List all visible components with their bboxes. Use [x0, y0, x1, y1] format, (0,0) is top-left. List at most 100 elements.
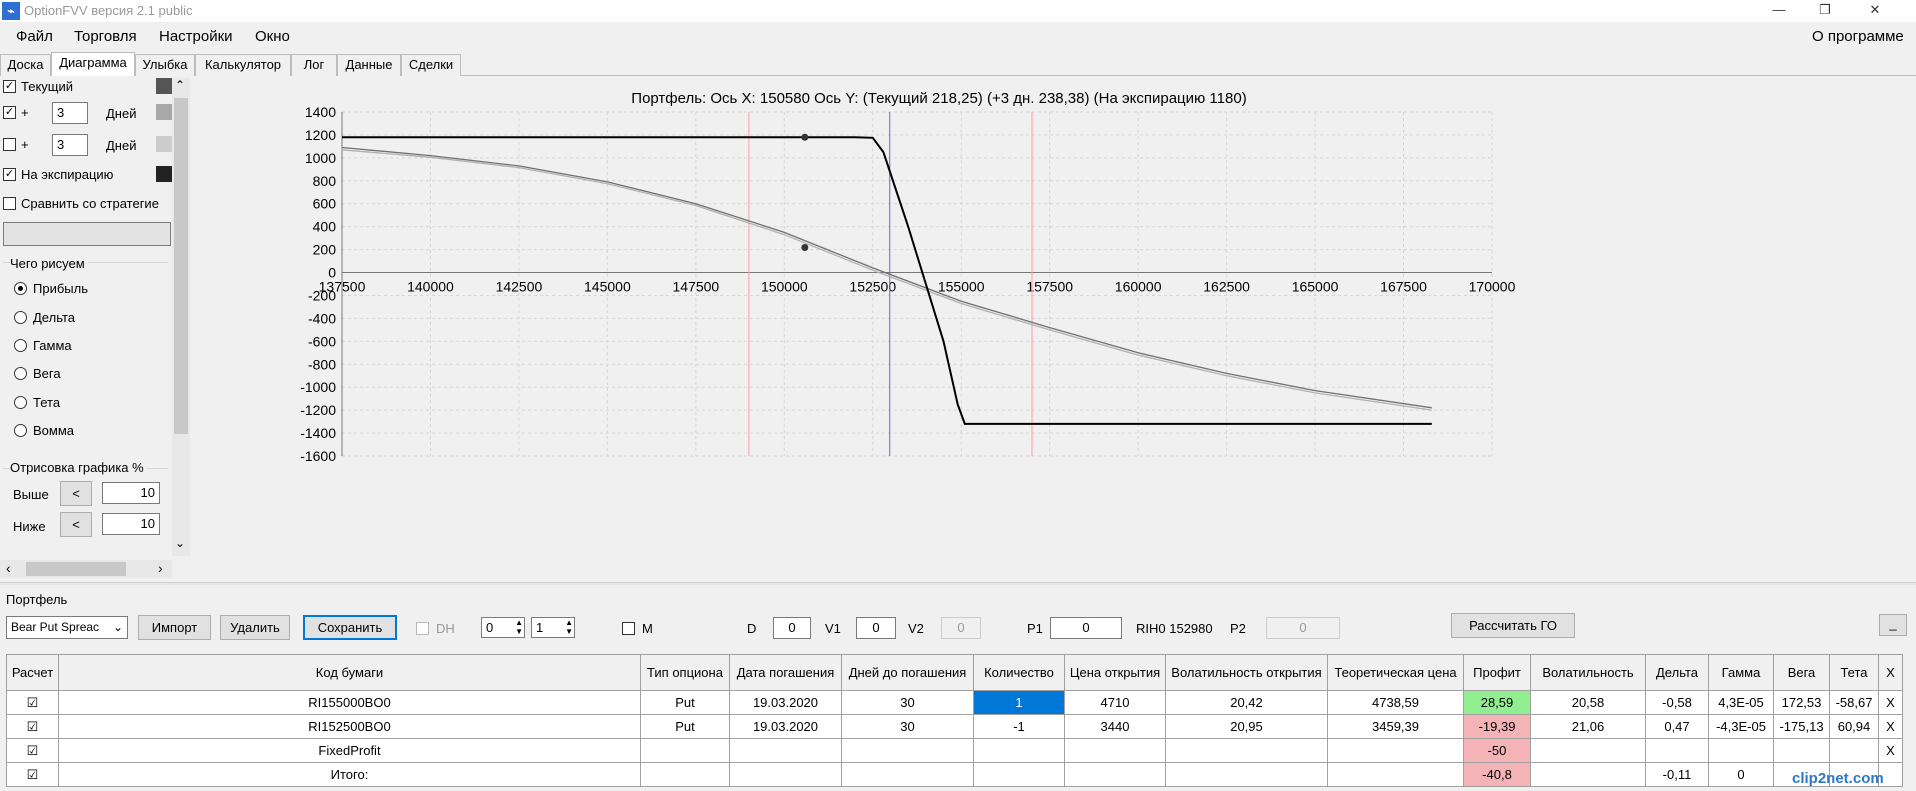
col-calc[interactable]: Расчет: [6, 654, 59, 691]
expiry-color-swatch[interactable]: [156, 166, 172, 182]
spin-1-input[interactable]: 0 ▲ ▼: [481, 617, 525, 638]
cell-volatility[interactable]: [1530, 738, 1646, 763]
cell-option-type[interactable]: [640, 738, 730, 763]
radio-gamma[interactable]: [14, 339, 27, 352]
col-vega[interactable]: Вега: [1773, 654, 1830, 691]
radio-delta[interactable]: [14, 311, 27, 324]
below-decrease-button[interactable]: <: [60, 512, 92, 537]
col-profit[interactable]: Профит: [1463, 654, 1531, 691]
sidebar-horizontal-thumb[interactable]: [26, 562, 126, 576]
scroll-down-icon[interactable]: ⌄: [175, 536, 185, 550]
col-expiry-date[interactable]: Дата погашения: [729, 654, 842, 691]
cell-quantity[interactable]: 1: [973, 690, 1065, 715]
cell-profit[interactable]: -50: [1463, 738, 1531, 763]
splitter[interactable]: [0, 582, 1916, 585]
menu-about[interactable]: О программе: [1812, 28, 1904, 45]
col-open-price[interactable]: Цена открытия: [1064, 654, 1166, 691]
menu-settings[interactable]: Настройки: [159, 28, 233, 45]
row-calc-checkbox[interactable]: ☑: [6, 714, 59, 739]
cell-open-price[interactable]: 4710: [1064, 690, 1166, 715]
strategy-select[interactable]: Bear Put Spreac ⌄: [6, 616, 128, 639]
plus-days-1-input[interactable]: 3: [52, 102, 88, 124]
cell-theta[interactable]: [1829, 738, 1879, 763]
spin-2-arrows-icon[interactable]: ▲ ▼: [565, 618, 573, 636]
scroll-up-icon[interactable]: ⌃: [175, 78, 185, 92]
spin-1-arrows-icon[interactable]: ▲ ▼: [515, 618, 523, 636]
above-percent-input[interactable]: 10: [102, 482, 160, 504]
plus-days-2-input[interactable]: 3: [52, 134, 88, 156]
p2-input[interactable]: 0: [1266, 617, 1340, 639]
cell-code[interactable]: RI152500BO0: [58, 714, 641, 739]
col-option-type[interactable]: Тип опциона: [640, 654, 730, 691]
cell-profit[interactable]: -19,39: [1463, 714, 1531, 739]
cell-open-volatility[interactable]: [1165, 738, 1328, 763]
m-checkbox[interactable]: [622, 622, 635, 635]
expiry-checkbox[interactable]: ✓: [3, 168, 16, 181]
menu-window[interactable]: Окно: [255, 28, 290, 45]
radio-vega[interactable]: [14, 367, 27, 380]
cell-days[interactable]: 30: [841, 690, 974, 715]
remove-row-button[interactable]: X: [1878, 714, 1903, 739]
tab-deals[interactable]: Сделки: [401, 54, 461, 76]
col-volatility[interactable]: Волатильность: [1530, 654, 1646, 691]
tab-diagram[interactable]: Диаграмма: [51, 52, 135, 77]
cell-profit[interactable]: 28,59: [1463, 690, 1531, 715]
tab-calculator[interactable]: Калькулятор: [195, 54, 291, 76]
remove-row-button[interactable]: X: [1878, 738, 1903, 763]
cell-delta[interactable]: -0,58: [1645, 690, 1709, 715]
cell-delta[interactable]: [1645, 738, 1709, 763]
cell-vega[interactable]: [1773, 738, 1830, 763]
below-percent-input[interactable]: 10: [102, 513, 160, 535]
cell-theoretical-price[interactable]: 4738,59: [1327, 690, 1464, 715]
cell-code[interactable]: RI155000BO0: [58, 690, 641, 715]
col-gamma[interactable]: Гамма: [1708, 654, 1774, 691]
delete-button[interactable]: Удалить: [220, 615, 290, 640]
row-calc-checkbox[interactable]: ☑: [6, 738, 59, 763]
cell-option-type[interactable]: Put: [640, 690, 730, 715]
cell-expiry-date[interactable]: 19.03.2020: [729, 714, 842, 739]
radio-profit[interactable]: [14, 282, 27, 295]
cell-delta[interactable]: 0,47: [1645, 714, 1709, 739]
restore-button[interactable]: ❐: [1802, 0, 1848, 22]
tab-smile[interactable]: Улыбка: [135, 54, 195, 76]
cell-open-price[interactable]: 3440: [1064, 714, 1166, 739]
cell-gamma[interactable]: [1708, 738, 1774, 763]
plus-days-2-checkbox[interactable]: [3, 138, 16, 151]
current-checkbox[interactable]: ✓: [3, 80, 16, 93]
spin-2-input[interactable]: 1 ▲ ▼: [531, 617, 575, 638]
cell-days[interactable]: [841, 738, 974, 763]
cell-open-volatility[interactable]: 20,95: [1165, 714, 1328, 739]
plus-days-2-color-swatch[interactable]: [156, 136, 172, 152]
scroll-left-icon[interactable]: ‹: [6, 560, 11, 576]
col-remove[interactable]: X: [1878, 654, 1903, 691]
p1-input[interactable]: 0: [1050, 617, 1122, 639]
cell-theta[interactable]: 60,94: [1829, 714, 1879, 739]
cell-quantity[interactable]: [973, 738, 1065, 763]
scroll-right-icon[interactable]: ›: [158, 560, 163, 576]
sidebar-horizontal-scrollbar[interactable]: ‹ ›: [0, 560, 172, 578]
radio-vomma[interactable]: [14, 424, 27, 437]
menu-trading[interactable]: Торговля: [74, 28, 137, 45]
cell-theoretical-price[interactable]: [1327, 738, 1464, 763]
cell-code[interactable]: FixedProfit: [58, 738, 641, 763]
tab-data[interactable]: Данные: [337, 54, 401, 76]
cell-gamma[interactable]: -4,3E-05: [1708, 714, 1774, 739]
plus-days-1-color-swatch[interactable]: [156, 104, 172, 120]
compare-strategy-select[interactable]: [3, 222, 171, 246]
tab-board[interactable]: Доска: [0, 54, 51, 76]
minimize-button[interactable]: —: [1756, 0, 1802, 22]
close-button[interactable]: ✕: [1852, 0, 1898, 22]
col-delta[interactable]: Дельта: [1645, 654, 1709, 691]
cell-quantity[interactable]: -1: [973, 714, 1065, 739]
remove-row-button[interactable]: X: [1878, 690, 1903, 715]
col-quantity[interactable]: Количество: [973, 654, 1065, 691]
calc-margin-button[interactable]: Рассчитать ГО: [1451, 613, 1575, 638]
cell-days[interactable]: 30: [841, 714, 974, 739]
above-decrease-button[interactable]: <: [60, 481, 92, 506]
cell-vega[interactable]: -175,13: [1773, 714, 1830, 739]
cell-open-price[interactable]: [1064, 738, 1166, 763]
col-theta[interactable]: Тета: [1829, 654, 1879, 691]
cell-gamma[interactable]: 4,3E-05: [1708, 690, 1774, 715]
cell-expiry-date[interactable]: [729, 738, 842, 763]
compare-checkbox[interactable]: [3, 197, 16, 210]
